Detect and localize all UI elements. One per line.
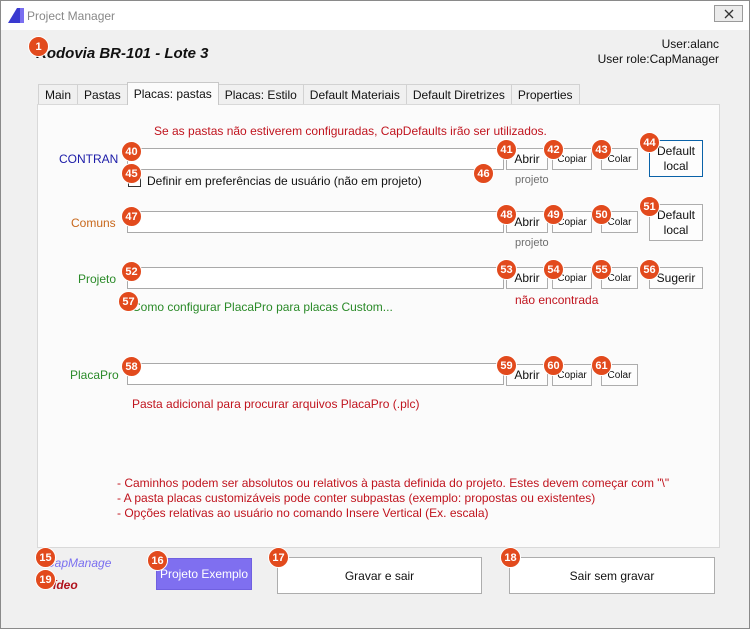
close-icon	[724, 9, 733, 18]
annotation-badge: 58	[121, 356, 142, 377]
contran-path-input[interactable]	[127, 148, 504, 170]
annotation-badge: 55	[591, 259, 612, 280]
tab-strip: Main Pastas Placas: pastas Placas: Estil…	[38, 82, 580, 105]
project-title: Rodovia BR-101 - Lote 3	[36, 45, 209, 62]
annotation-badge: 44	[639, 132, 660, 153]
exit-without-saving-button[interactable]: Sair sem gravar	[509, 557, 715, 594]
note-line-2: - A pasta placas customizáveis pode cont…	[117, 491, 596, 505]
annotation-badge: 59	[496, 355, 517, 376]
annotation-badge: 40	[121, 141, 142, 162]
title-bar: Project Manager	[1, 1, 749, 30]
tab-placas-pastas[interactable]: Placas: pastas	[126, 82, 219, 105]
tab-pastas[interactable]: Pastas	[77, 84, 128, 105]
annotation-badge: 18	[500, 547, 521, 568]
save-and-exit-button[interactable]: Gravar e sair	[277, 557, 482, 594]
app-logo-icon	[8, 8, 24, 23]
user-role: User role:CapManager	[597, 52, 719, 66]
projeto-label: Projeto	[78, 272, 117, 286]
annotation-badge: 54	[543, 259, 564, 280]
annotation-badge: 15	[35, 547, 56, 568]
tab-properties[interactable]: Properties	[510, 84, 580, 105]
user-preferences-label: Definir em preferências de usuário (não …	[147, 174, 422, 188]
close-button[interactable]	[714, 5, 743, 22]
tab-main[interactable]: Main	[38, 84, 79, 105]
annotation-badge: 57	[118, 291, 139, 312]
window-title: Project Manager	[27, 9, 116, 23]
annotation-badge: 46	[473, 163, 494, 184]
comuns-status: projeto	[515, 237, 549, 249]
annotation-badge: 17	[268, 547, 289, 568]
annotation-badge: 43	[591, 139, 612, 160]
comuns-path-input[interactable]	[127, 211, 504, 233]
annotation-badge: 47	[121, 206, 142, 227]
note-line-3: - Opções relativas ao usuário no comando…	[117, 506, 489, 520]
annotation-badge: 56	[639, 259, 660, 280]
placapro-path-input[interactable]	[127, 363, 504, 385]
annotation-badge: 42	[543, 139, 564, 160]
annotation-badge: 53	[496, 259, 517, 280]
annotation-badge: 50	[591, 204, 612, 225]
contran-status: projeto	[515, 174, 549, 186]
annotation-badge: 52	[121, 261, 142, 282]
annotation-badge: 16	[147, 550, 168, 571]
annotation-badge: 51	[639, 196, 660, 217]
tab-placas-estilo[interactable]: Placas: Estilo	[217, 84, 304, 105]
tab-default-diretrizes[interactable]: Default Diretrizes	[405, 84, 512, 105]
annotation-badge: 19	[35, 569, 56, 590]
projeto-status: não encontrada	[515, 293, 599, 307]
annotation-badge: 61	[591, 355, 612, 376]
annotation-badge: 60	[543, 355, 564, 376]
projeto-path-input[interactable]	[127, 267, 504, 289]
project-manager-window: Project Manager Rodovia BR-101 - Lote 3 …	[0, 0, 750, 629]
example-project-button[interactable]: Projeto Exemplo	[156, 558, 252, 590]
annotation-badge: 48	[496, 204, 517, 225]
annotation-badge: 1	[28, 36, 49, 57]
note-line-1: - Caminhos podem ser absolutos ou relati…	[117, 476, 670, 490]
annotation-badge: 45	[121, 163, 142, 184]
placapro-label: PlacaPro	[70, 368, 119, 382]
annotation-badge: 49	[543, 204, 564, 225]
user-name: User:alanc	[661, 37, 719, 51]
contran-label: CONTRAN	[59, 152, 119, 166]
tab-default-materiais[interactable]: Default Materiais	[302, 84, 407, 105]
annotation-badge: 41	[496, 139, 517, 160]
warning-message: Se as pastas não estiverem configuradas,…	[154, 124, 547, 138]
placapro-custom-help-link[interactable]: Como configurar PlacaPro para placas Cus…	[132, 300, 393, 314]
comuns-label: Comuns	[71, 216, 116, 230]
placapro-note: Pasta adicional para procurar arquivos P…	[132, 397, 420, 411]
